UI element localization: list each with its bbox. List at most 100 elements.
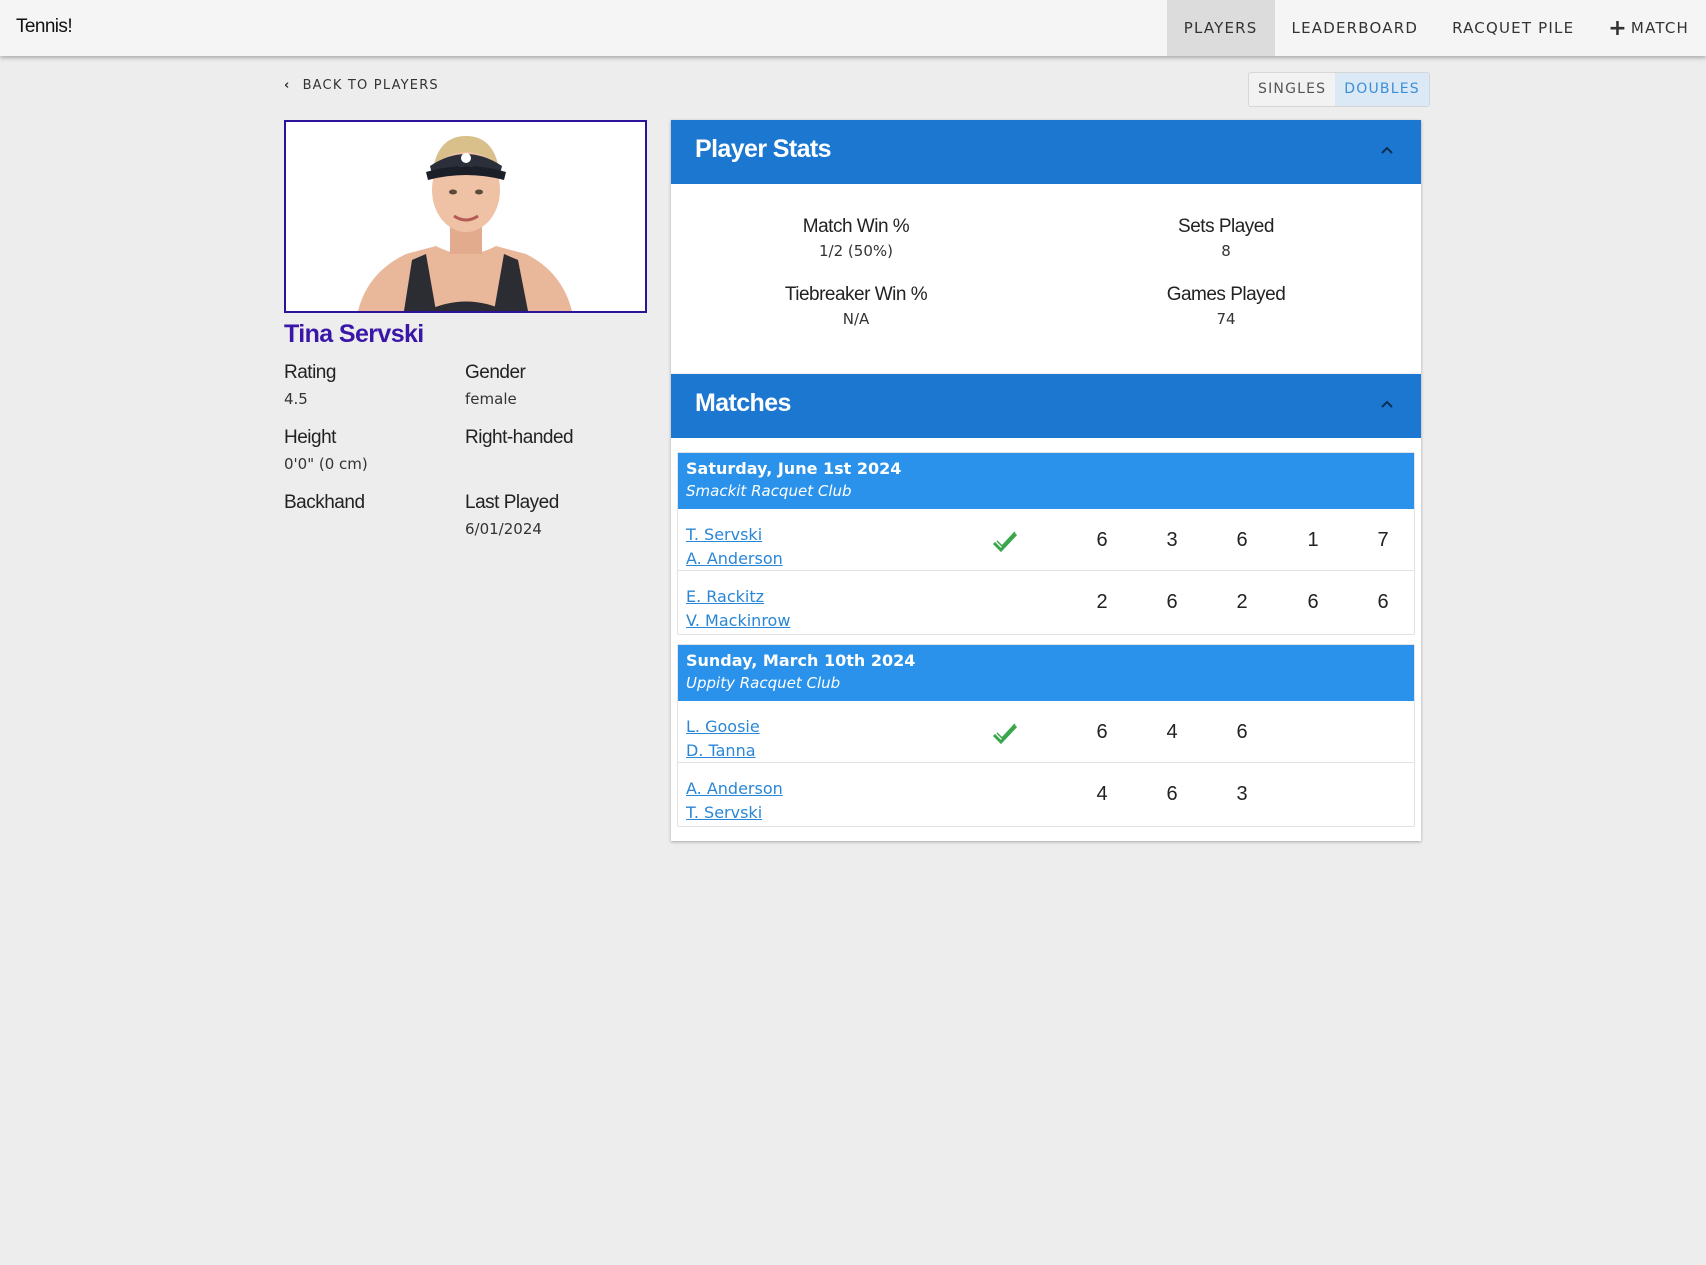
info-height: Height 0'0" (0 cm) — [284, 427, 465, 475]
nav-players[interactable]: PLAYERS — [1166, 0, 1275, 56]
stat-value: N/A — [842, 310, 870, 328]
chevron-left-icon: ‹ — [284, 78, 291, 93]
player-link[interactable]: A. Anderson — [686, 777, 783, 801]
info-label: Last Played — [465, 492, 559, 513]
player-stats-body: Match Win % 1/2 (50%) Sets Played 8 Tieb… — [671, 184, 1421, 374]
stat-label: Sets Played — [1178, 216, 1274, 237]
stat-value: 1/2 (50%) — [819, 242, 893, 260]
set-score: 6 — [1236, 529, 1248, 551]
stat-sets-played: Sets Played 8 — [1041, 216, 1411, 260]
set-score: 4 — [1166, 721, 1178, 743]
match-header: Saturday, June 1st 2024 Smackit Racquet C… — [678, 453, 1414, 509]
match-date: Sunday, March 10th 2024 — [686, 651, 916, 670]
stat-label: Games Played — [1166, 284, 1286, 305]
player-stats-header[interactable]: Player Stats — [671, 120, 1421, 184]
set-score: 4 — [1096, 783, 1108, 805]
winner-check-icon — [992, 723, 1018, 745]
match-card: Saturday, June 1st 2024 Smackit Racquet C… — [677, 452, 1415, 635]
info-rating: Rating 4.5 — [284, 362, 465, 410]
nav-players-label: PLAYERS — [1183, 19, 1258, 37]
info-value — [284, 520, 465, 540]
match-club: Uppity Racquet Club — [686, 674, 841, 692]
set-score: 6 — [1236, 721, 1248, 743]
stat-value: 74 — [1216, 310, 1236, 328]
doubles-toggle-button[interactable]: DOUBLES — [1335, 73, 1429, 106]
stat-label: Match Win % — [802, 216, 910, 237]
matches-list: Saturday, June 1st 2024 Smackit Racquet C… — [671, 438, 1421, 841]
chevron-up-icon[interactable] — [1377, 394, 1397, 414]
team-row: A. Anderson T. Servski 4 6 3 — [678, 763, 1414, 826]
nav-racquet-pile-label: RACQUET PILE — [1452, 19, 1575, 37]
player-stats-title: Player Stats — [695, 135, 832, 163]
nav-add-match[interactable]: + MATCH — [1591, 0, 1706, 56]
set-score: 6 — [1166, 783, 1178, 805]
set-score: 2 — [1096, 591, 1108, 613]
info-gender: Gender female — [465, 362, 647, 410]
player-link[interactable]: L. Goosie — [686, 715, 760, 739]
info-last-played: Last Played 6/01/2024 — [465, 492, 647, 540]
match-club: Smackit Racquet Club — [686, 482, 852, 500]
matches-title: Matches — [695, 389, 791, 417]
player-link[interactable]: D. Tanna — [686, 739, 760, 763]
info-value: 0'0" (0 cm) — [284, 455, 368, 473]
player-name: Tina Servski — [284, 320, 424, 348]
player-info: Rating 4.5 Gender female Height 0'0" (0 … — [284, 362, 647, 540]
back-to-players-link[interactable]: ‹ BACK TO PLAYERS — [284, 78, 439, 93]
info-backhand: Backhand — [284, 492, 465, 540]
match-header: Sunday, March 10th 2024 Uppity Racquet Cl… — [678, 645, 1414, 701]
info-handedness: Right-handed — [465, 427, 647, 475]
set-score: 6 — [1307, 591, 1319, 613]
matches-header[interactable]: Matches — [671, 374, 1421, 438]
stat-tiebreaker-win: Tiebreaker Win % N/A — [671, 284, 1041, 328]
nav-leaderboard-label: LEADERBOARD — [1291, 19, 1419, 37]
player-link[interactable]: T. Servski — [686, 523, 783, 547]
team-players: E. Rackitz V. Mackinrow — [686, 585, 790, 633]
nav-add-match-label: MATCH — [1630, 19, 1689, 37]
player-photo — [284, 120, 647, 313]
nav-leaderboard[interactable]: LEADERBOARD — [1275, 0, 1436, 56]
team-row: E. Rackitz V. Mackinrow 2 6 2 6 6 — [678, 571, 1414, 634]
set-score: 1 — [1307, 529, 1319, 551]
stat-games-played: Games Played 74 — [1041, 284, 1411, 328]
team-players: L. Goosie D. Tanna — [686, 715, 760, 763]
mode-toggle: SINGLES DOUBLES — [1248, 72, 1430, 107]
info-label: Height — [284, 427, 336, 448]
singles-toggle-button[interactable]: SINGLES — [1249, 73, 1335, 106]
plus-icon: + — [1608, 16, 1628, 41]
set-score: 3 — [1166, 529, 1178, 551]
stat-label: Tiebreaker Win % — [784, 284, 928, 305]
stat-value: 8 — [1221, 242, 1231, 260]
player-link[interactable]: A. Anderson — [686, 547, 783, 571]
app-brand[interactable]: Tennis! — [16, 16, 73, 38]
set-score: 3 — [1236, 783, 1248, 805]
team-row: T. Servski A. Anderson 6 3 6 1 7 — [678, 509, 1414, 571]
player-stats-panel: Player Stats Match Win % 1/2 (50%) Sets … — [671, 120, 1421, 374]
player-portrait-image — [358, 136, 572, 311]
set-score: 2 — [1236, 591, 1248, 613]
info-value: female — [465, 390, 517, 408]
info-label: Right-handed — [465, 427, 574, 448]
set-score: 6 — [1096, 721, 1108, 743]
chevron-up-icon[interactable] — [1377, 140, 1397, 160]
stat-match-win: Match Win % 1/2 (50%) — [671, 216, 1041, 260]
set-score: 6 — [1377, 591, 1389, 613]
team-players: A. Anderson T. Servski — [686, 777, 783, 825]
info-value — [465, 455, 647, 475]
player-link[interactable]: V. Mackinrow — [686, 609, 790, 633]
info-label: Backhand — [284, 492, 365, 513]
main-nav: PLAYERS LEADERBOARD RACQUET PILE + MATCH — [1166, 0, 1706, 56]
match-date: Saturday, June 1st 2024 — [686, 459, 902, 478]
top-navbar: Tennis! PLAYERS LEADERBOARD RACQUET PILE… — [0, 0, 1706, 56]
player-link[interactable]: T. Servski — [686, 801, 783, 825]
set-score: 7 — [1377, 529, 1389, 551]
matches-panel: Matches Saturday, June 1st 2024 Smackit R… — [671, 374, 1421, 841]
info-value: 4.5 — [284, 390, 308, 408]
player-link[interactable]: E. Rackitz — [686, 585, 790, 609]
set-score: 6 — [1096, 529, 1108, 551]
info-label: Gender — [465, 362, 526, 383]
nav-racquet-pile[interactable]: RACQUET PILE — [1435, 0, 1591, 56]
winner-check-icon — [992, 531, 1018, 553]
info-label: Rating — [284, 362, 336, 383]
back-label: BACK TO PLAYERS — [302, 78, 439, 93]
match-card: Sunday, March 10th 2024 Uppity Racquet Cl… — [677, 644, 1415, 827]
